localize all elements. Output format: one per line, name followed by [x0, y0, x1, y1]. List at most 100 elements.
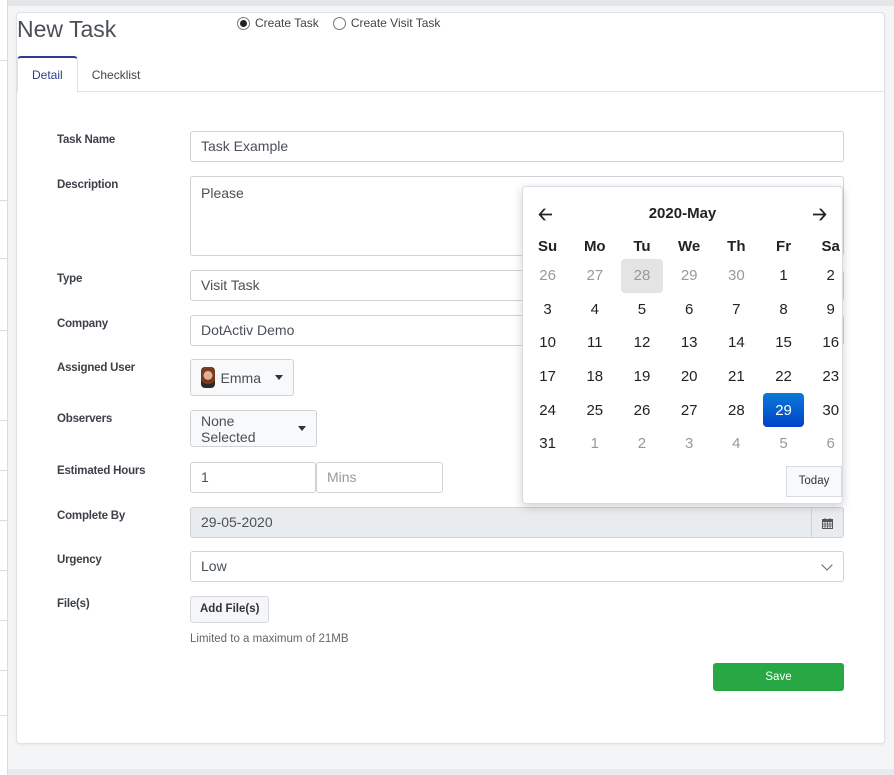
radio-create-task[interactable]: Create Task — [237, 16, 319, 30]
day-cell[interactable]: 13 — [669, 326, 710, 360]
day-cell[interactable]: 7 — [716, 293, 757, 327]
urgency-value: Low — [201, 558, 227, 574]
arrow-left-icon[interactable]: 🡠 — [538, 202, 553, 226]
day-cell[interactable]: 19 — [621, 360, 662, 394]
arrow-right-icon[interactable]: 🡢 — [812, 202, 827, 226]
datepicker-popup: 2020-May 🡠 🡢 Su Mo Tu We Th Fr Sa 26 27 28 29 30 1 2 3… — [522, 186, 843, 504]
estimated-hours-label: Estimated Hours — [57, 465, 146, 477]
weekday-header: Sa — [821, 238, 840, 255]
files-label: File(s) — [57, 598, 90, 610]
day-cell[interactable]: 2 — [621, 427, 662, 461]
files-control: Add File(s) Limited to a maximum of 21MB — [190, 596, 349, 645]
day-cell[interactable]: 3 — [669, 427, 710, 461]
day-cell[interactable]: 29 — [669, 259, 710, 293]
day-cell[interactable]: 4 — [574, 293, 615, 327]
caret-down-icon — [275, 375, 283, 380]
mins-input[interactable]: Mins — [316, 462, 443, 493]
weekday-header: Su — [538, 238, 558, 255]
day-cell[interactable]: 31 — [527, 427, 568, 461]
assigned-user-label: Assigned User — [57, 362, 135, 374]
radio-checked-icon[interactable] — [237, 16, 250, 30]
day-cell[interactable]: 26 — [527, 259, 568, 293]
file-size-hint: Limited to a maximum of 21MB — [190, 633, 349, 645]
weekday-header: Tu — [633, 238, 651, 255]
task-name-label: Task Name — [57, 134, 116, 146]
radio-label: Create Visit Task — [350, 16, 441, 30]
observers-value: None Selected — [201, 412, 256, 445]
day-cell[interactable]: 6 — [669, 293, 710, 327]
weekday-header: Mo — [583, 238, 606, 255]
page-title: New Task — [17, 16, 117, 42]
top-border — [8, 0, 894, 6]
complete-by-date-input[interactable]: 29-05-2020 — [190, 507, 844, 538]
background-page-strip — [0, 0, 8, 775]
radio-label: Create Task — [255, 16, 319, 30]
day-cell[interactable]: 15 — [763, 326, 804, 360]
day-cell[interactable]: 18 — [574, 360, 615, 394]
tab-checklist[interactable]: Checklist — [78, 56, 155, 92]
day-cell[interactable]: 11 — [574, 326, 615, 360]
day-cell[interactable]: 14 — [716, 326, 757, 360]
day-cell[interactable]: 5 — [621, 293, 662, 327]
observers-dropdown[interactable]: None Selected — [190, 410, 317, 447]
user-avatar-icon — [201, 367, 215, 388]
day-cell[interactable]: 22 — [763, 360, 804, 394]
day-cell[interactable]: 28 — [621, 259, 663, 293]
day-cell[interactable]: 12 — [621, 326, 662, 360]
day-cell[interactable]: 6 — [810, 427, 851, 461]
bottom-border — [8, 769, 894, 775]
day-cell[interactable]: 1 — [574, 427, 615, 461]
type-label: Type — [57, 273, 83, 285]
day-cell[interactable]: 8 — [763, 293, 804, 327]
day-cell[interactable]: 9 — [810, 293, 851, 327]
day-cell-selected[interactable]: 29 — [762, 393, 805, 427]
day-cell[interactable]: 23 — [810, 360, 851, 394]
complete-by-label: Complete By — [57, 510, 126, 522]
radio-unchecked-icon[interactable] — [332, 16, 346, 30]
day-cell[interactable]: 20 — [669, 360, 710, 394]
task-mode-radio-group: Create Task Create Visit Task — [237, 16, 440, 30]
hours-input[interactable]: 1 — [190, 462, 316, 493]
day-cell[interactable]: 17 — [527, 360, 568, 394]
day-cell[interactable]: 27 — [669, 393, 710, 427]
save-button[interactable]: Save — [713, 663, 844, 691]
chevron-down-icon — [821, 559, 833, 571]
tab-bar: Detail Checklist — [17, 56, 884, 93]
day-cell[interactable]: 25 — [574, 393, 615, 427]
day-cell[interactable]: 1 — [763, 259, 804, 293]
day-cell[interactable]: 30 — [716, 259, 757, 293]
description-label: Description — [57, 179, 119, 191]
radio-create-visit-task[interactable]: Create Visit Task — [332, 16, 441, 30]
datepicker-month-title[interactable]: 2020-May — [523, 202, 842, 226]
urgency-label: Urgency — [57, 554, 102, 566]
day-cell[interactable]: 16 — [810, 326, 851, 360]
day-cell[interactable]: 27 — [574, 259, 615, 293]
day-cell[interactable]: 28 — [716, 393, 757, 427]
add-files-button[interactable]: Add File(s) — [190, 596, 270, 623]
day-cell[interactable]: 4 — [716, 427, 757, 461]
weekday-header: Th — [727, 238, 746, 255]
day-cell[interactable]: 2 — [810, 259, 851, 293]
day-cell[interactable]: 30 — [810, 393, 851, 427]
datepicker-grid: Su Mo Tu We Th Fr Sa 26 27 28 29 30 1 2 3 4 5 6 7 8 9 10 11 12 1… — [524, 235, 854, 461]
weekday-header: Fr — [776, 238, 792, 255]
day-cell[interactable]: 3 — [527, 293, 568, 327]
day-cell[interactable]: 5 — [763, 427, 804, 461]
day-cell[interactable]: 10 — [527, 326, 568, 360]
task-name-input[interactable]: Task Example — [190, 131, 844, 162]
day-cell[interactable]: 26 — [621, 393, 662, 427]
observers-label: Observers — [57, 413, 113, 425]
complete-by-value: 29-05-2020 — [201, 514, 273, 530]
assigned-user-dropdown[interactable]: Emma — [190, 359, 294, 396]
company-label: Company — [57, 318, 108, 330]
urgency-select[interactable]: Low — [190, 551, 844, 582]
weekday-header: We — [678, 238, 701, 255]
calendar-icon[interactable] — [811, 508, 843, 537]
tab-detail[interactable]: Detail — [17, 56, 78, 93]
datepicker-header: 2020-May 🡠 🡢 — [523, 202, 842, 226]
day-cell[interactable]: 21 — [716, 360, 757, 394]
assigned-user-value: Emma — [220, 369, 261, 386]
today-button[interactable]: Today — [786, 466, 842, 497]
day-cell[interactable]: 24 — [527, 393, 568, 427]
caret-down-icon — [298, 426, 306, 431]
